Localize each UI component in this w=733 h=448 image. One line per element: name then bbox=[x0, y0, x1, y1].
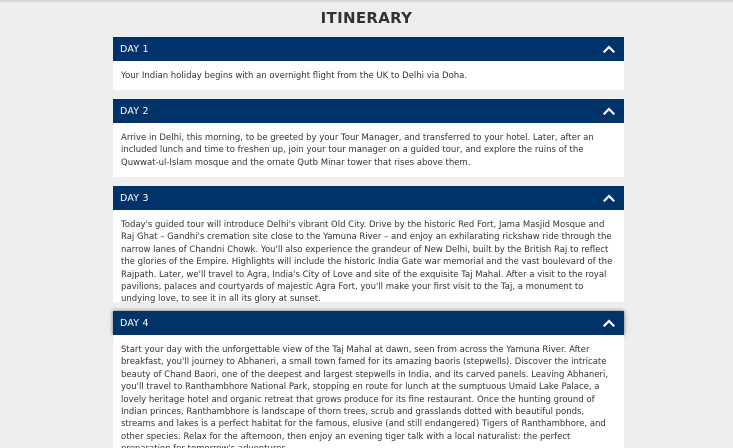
day-1-header[interactable]: DAY 1 bbox=[113, 37, 624, 61]
day-3-section: DAY 3 Today's guided tour will introduce… bbox=[113, 186, 624, 304]
day-1-label: DAY 1 bbox=[120, 43, 149, 55]
day-4-text: Start your day with the unforgettable vi… bbox=[113, 335, 624, 448]
day-2-label: DAY 2 bbox=[120, 105, 149, 117]
day-4-section: DAY 4 Start your day with the unforgetta… bbox=[113, 311, 624, 448]
day-4-label: DAY 4 bbox=[120, 317, 149, 329]
chevron-up-icon[interactable] bbox=[602, 318, 616, 328]
day-3-text: Today's guided tour will introduce Delhi… bbox=[113, 210, 624, 304]
day-3-label: DAY 3 bbox=[120, 192, 149, 204]
day-1-text: Your Indian holiday begins with an overn… bbox=[113, 61, 624, 90]
day-4-header[interactable]: DAY 4 bbox=[113, 311, 624, 335]
chevron-up-icon[interactable] bbox=[602, 106, 616, 116]
day-2-section: DAY 2 Arrive in Delhi, this morning, to … bbox=[113, 99, 624, 177]
day-3-header[interactable]: DAY 3 bbox=[113, 186, 624, 210]
chevron-up-icon[interactable] bbox=[602, 193, 616, 203]
itinerary-page: ITINERARY DAY 1 Your Indian holiday begi… bbox=[0, 0, 733, 448]
day-1-section: DAY 1 Your Indian holiday begins with an… bbox=[113, 37, 624, 90]
day-2-header[interactable]: DAY 2 bbox=[113, 99, 624, 123]
top-shadow bbox=[0, 0, 733, 3]
day-2-text: Arrive in Delhi, this morning, to be gre… bbox=[113, 123, 624, 177]
chevron-up-icon[interactable] bbox=[602, 44, 616, 54]
page-title: ITINERARY bbox=[320, 9, 413, 27]
